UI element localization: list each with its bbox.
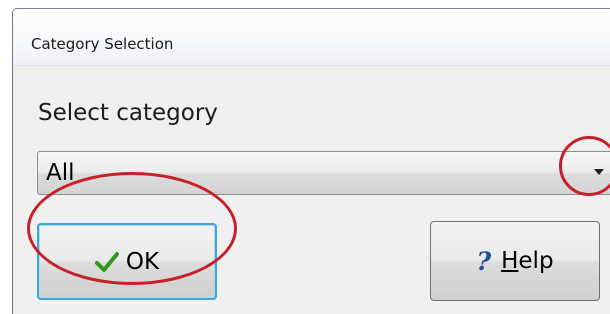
dialog-body: Select category All OK ? Help xyxy=(13,66,610,314)
select-category-label: Select category xyxy=(38,100,218,126)
window-title: Category Selection xyxy=(31,35,174,53)
category-selection-dialog: Category Selection Select category All O… xyxy=(12,8,610,314)
help-label-rest: elp xyxy=(518,248,554,274)
ok-button[interactable]: OK xyxy=(37,223,217,300)
help-mnemonic: H xyxy=(501,248,519,274)
help-button-label: Help xyxy=(501,248,553,274)
help-button[interactable]: ? Help xyxy=(430,221,600,301)
combo-selected-value: All xyxy=(46,160,75,186)
checkmark-icon xyxy=(94,251,119,272)
ok-button-label: OK xyxy=(125,248,160,275)
screenshot-stage: Category Selection Select category All O… xyxy=(0,0,610,314)
question-mark-icon: ? xyxy=(476,246,492,276)
category-combobox[interactable]: All xyxy=(37,151,610,195)
title-bar[interactable]: Category Selection xyxy=(13,9,610,66)
chevron-down-icon[interactable] xyxy=(594,169,604,175)
